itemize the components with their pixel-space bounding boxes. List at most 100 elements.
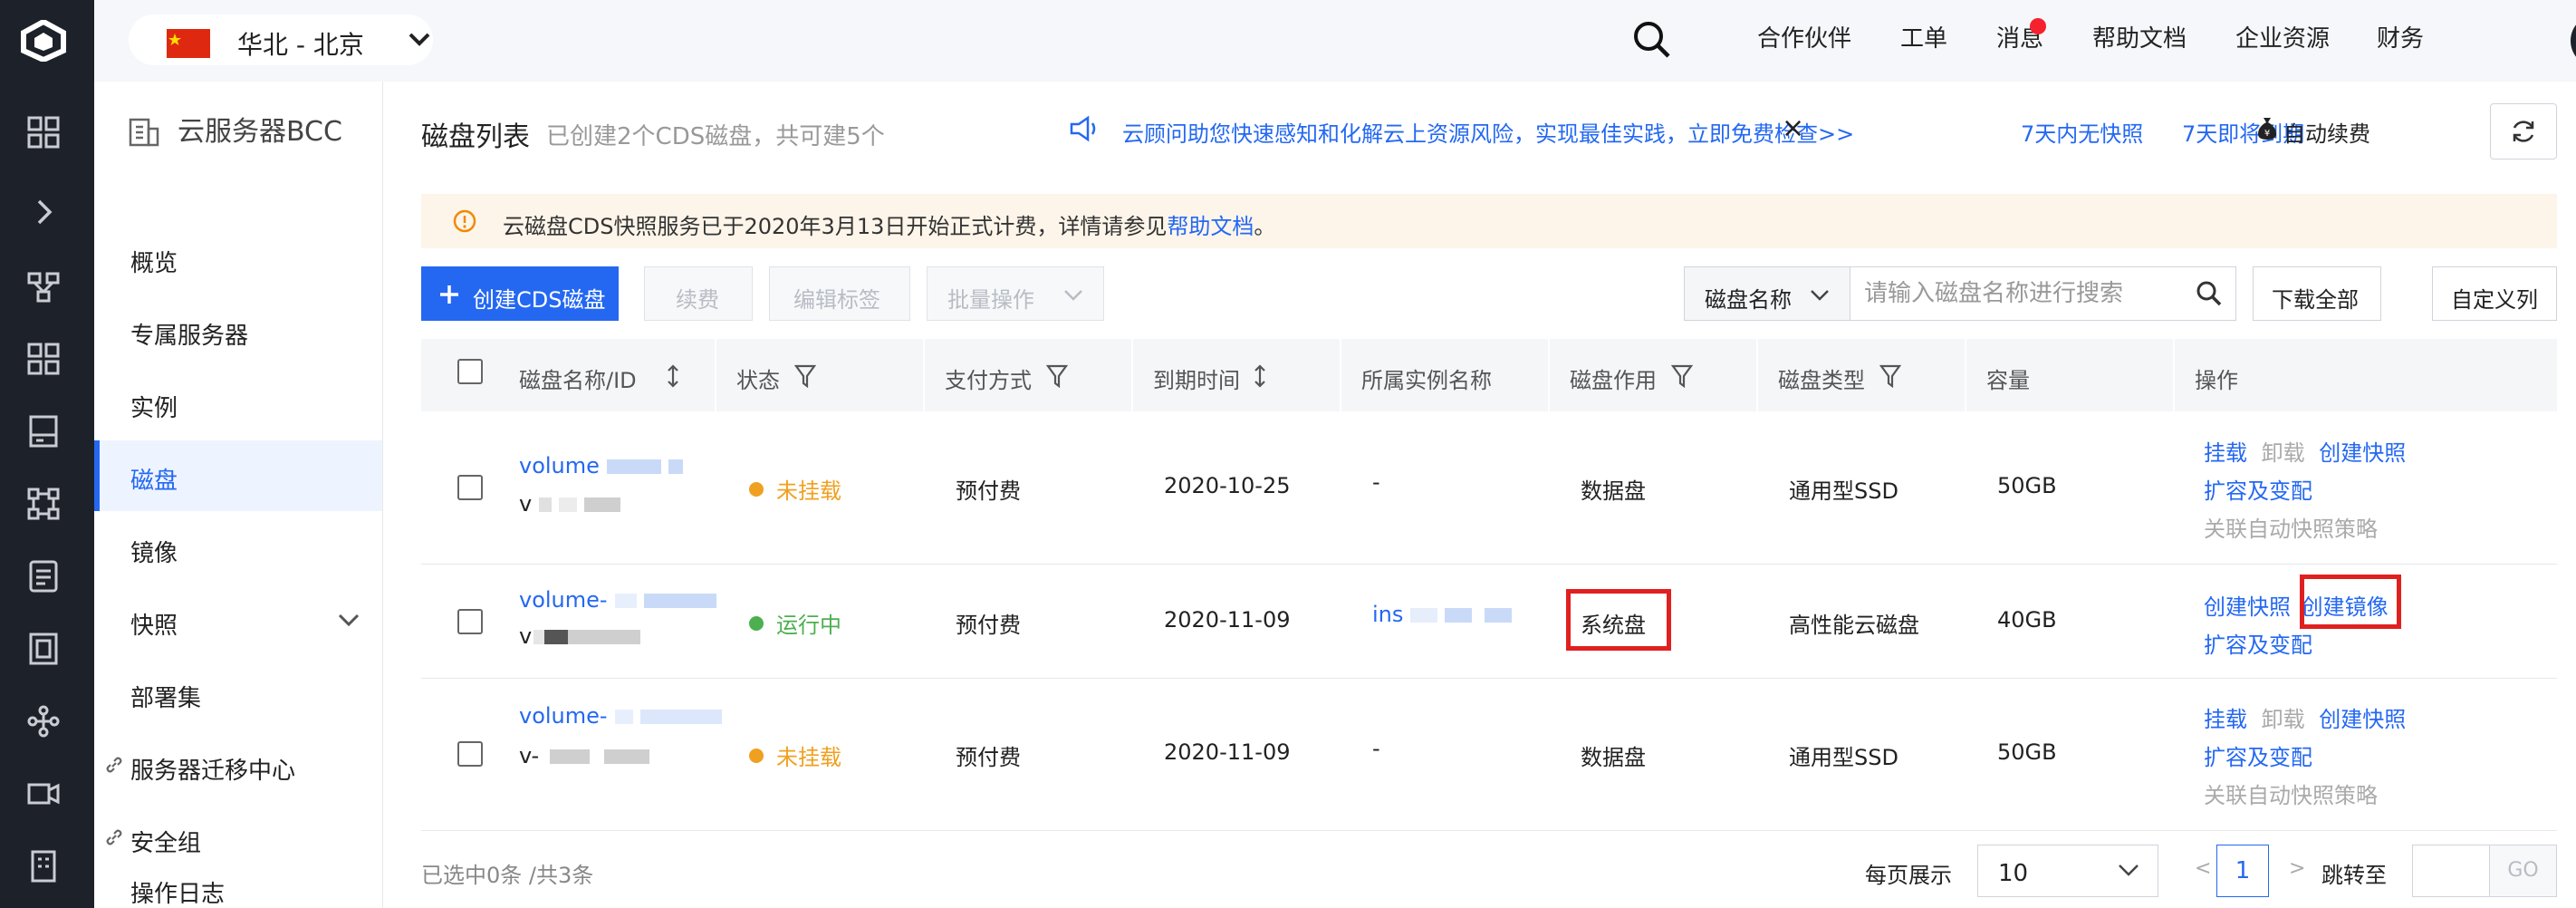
close-icon[interactable]: × xyxy=(1782,112,1804,144)
app-rail xyxy=(0,0,94,908)
search-icon[interactable] xyxy=(2196,280,2223,307)
filter-icon[interactable] xyxy=(1046,364,1068,388)
speaker-icon xyxy=(1070,115,1096,142)
notice-prefix: 云磁盘CDS快照服务已于2020年3月13日开始正式计费，详情请参见 xyxy=(503,214,1168,239)
sidebar-item-dedicated-servers[interactable]: 专属服务器 xyxy=(94,295,382,366)
col-payment[interactable]: 支付方式 xyxy=(925,339,1133,411)
create-snapshot-link[interactable]: 创建快照 xyxy=(2319,440,2406,466)
disk-name-link[interactable]: volume- xyxy=(519,703,722,729)
col-name-id[interactable]: 磁盘名称/ID xyxy=(508,339,716,411)
filter-icon[interactable] xyxy=(1879,364,1901,388)
disk-name-link[interactable]: volume- xyxy=(519,587,716,613)
resize-link[interactable]: 扩容及变配 xyxy=(2204,627,2312,659)
download-all-label: 下载全部 xyxy=(2272,287,2359,313)
instance-name: - xyxy=(1372,469,1380,495)
search-input[interactable] xyxy=(1862,275,2174,313)
download-all-button[interactable]: 下载全部 xyxy=(2253,266,2381,321)
mount-link[interactable]: 挂载 xyxy=(2204,707,2247,732)
batch-operations-label: 批量操作 xyxy=(947,287,1034,313)
col-instance: 所属实例名称 xyxy=(1341,339,1550,411)
col-label: 容量 xyxy=(1986,368,2030,393)
expand-chevron-icon[interactable] xyxy=(25,194,62,230)
per-page-label: 每页展示 xyxy=(1865,863,1952,888)
sidebar-item-security-groups[interactable]: 安全组 xyxy=(94,803,382,874)
create-snapshot-link[interactable]: 创建快照 xyxy=(2204,594,2291,620)
sort-icon[interactable] xyxy=(1253,364,1267,388)
nav-partners[interactable]: 合作伙伴 xyxy=(1757,20,1851,53)
create-cds-button[interactable]: 创建CDS磁盘 xyxy=(421,266,619,321)
instance-link[interactable]: ins xyxy=(1372,602,1513,627)
resize-link[interactable]: 扩容及变配 xyxy=(2204,473,2312,505)
renew-label: 续费 xyxy=(676,287,719,313)
sidebar-item-disks[interactable]: 磁盘 xyxy=(94,440,382,511)
link-no-snapshot-7days[interactable]: 7天内无快照 xyxy=(2021,116,2143,148)
region-selector[interactable]: 华北 - 北京 xyxy=(129,14,433,65)
server-icon[interactable] xyxy=(25,631,62,667)
sidebar-item-deployment-sets[interactable]: 部署集 xyxy=(94,658,382,729)
resize-link[interactable]: 扩容及变配 xyxy=(2204,739,2312,771)
svg-text:¥: ¥ xyxy=(2264,129,2270,139)
nav-enterprise-resources[interactable]: 企业资源 xyxy=(2235,20,2330,53)
grid-icon[interactable] xyxy=(25,114,62,150)
sidebar-item-migration-center[interactable]: 服务器迁移中心 xyxy=(94,730,382,801)
col-label: 磁盘名称/ID xyxy=(519,368,637,393)
filter-icon[interactable] xyxy=(794,364,816,388)
sidebar-item-images[interactable]: 镜像 xyxy=(94,513,382,584)
nav-help-docs[interactable]: 帮助文档 xyxy=(2092,20,2187,53)
col-expiry[interactable]: 到期时间 xyxy=(1133,339,1341,411)
col-usage[interactable]: 磁盘作用 xyxy=(1550,339,1758,411)
cloud-logo-icon[interactable] xyxy=(20,20,67,62)
custom-columns-button[interactable]: 自定义列 xyxy=(2432,266,2557,321)
refresh-button[interactable] xyxy=(2490,103,2557,159)
avatar[interactable]: S xyxy=(2571,14,2576,67)
video-icon[interactable] xyxy=(25,776,62,812)
disk-id: v xyxy=(519,623,641,649)
search-icon[interactable] xyxy=(1632,20,1672,60)
disk-name-link[interactable]: volume xyxy=(519,453,683,478)
create-snapshot-link[interactable]: 创建快照 xyxy=(2319,707,2406,732)
topology-icon[interactable] xyxy=(25,703,62,739)
auto-renew-link[interactable]: 自动续费 xyxy=(2283,116,2370,148)
sidebar-item-operation-logs[interactable]: 操作日志 xyxy=(94,875,382,908)
help-docs-link[interactable]: 帮助文档 xyxy=(1167,214,1254,239)
apps-icon[interactable] xyxy=(25,341,62,377)
actions: 挂载 卸载 创建快照 xyxy=(2204,435,2406,467)
status-badge: 未挂载 xyxy=(749,739,841,771)
prev-page-button[interactable]: < xyxy=(2195,857,2211,880)
advisor-banner-link[interactable]: 云顾问助您快速感知和化解云上资源风险，实现最佳实践，立即免费检查>> xyxy=(1122,116,1854,148)
batch-operations-dropdown[interactable]: 批量操作 xyxy=(927,266,1104,321)
sidebar-item-overview[interactable]: 概览 xyxy=(94,223,382,294)
page-number-button[interactable]: 1 xyxy=(2216,845,2269,897)
document-icon[interactable] xyxy=(25,558,62,594)
col-status[interactable]: 状态 xyxy=(716,339,925,411)
network-icon[interactable] xyxy=(25,268,62,304)
search-field-label: 磁盘名称 xyxy=(1705,287,1792,313)
mount-link[interactable]: 挂载 xyxy=(2204,440,2247,466)
goto-page-input[interactable] xyxy=(2412,845,2490,897)
edit-tags-button[interactable]: 编辑标签 xyxy=(769,266,910,321)
renew-button[interactable]: 续费 xyxy=(644,266,753,321)
filter-icon[interactable] xyxy=(1671,364,1693,388)
row-checkbox[interactable] xyxy=(457,475,483,500)
row-checkbox[interactable] xyxy=(457,741,483,767)
disk-usage: 数据盘 xyxy=(1581,478,1646,504)
next-page-button[interactable]: > xyxy=(2289,857,2305,880)
nav-finance[interactable]: 财务 xyxy=(2377,20,2424,53)
sidebar-item-label: 概览 xyxy=(130,250,178,277)
money-bag-icon: ¥ xyxy=(2258,118,2276,140)
go-button[interactable]: GO xyxy=(2490,845,2557,897)
sidebar-item-snapshots[interactable]: 快照 xyxy=(94,585,382,656)
storage-icon[interactable] xyxy=(25,413,62,449)
sort-icon[interactable] xyxy=(666,364,680,388)
building-icon[interactable] xyxy=(25,848,62,884)
row-checkbox[interactable] xyxy=(457,609,483,634)
page-size-select[interactable]: 10 xyxy=(1977,845,2158,897)
col-type[interactable]: 磁盘类型 xyxy=(1758,339,1966,411)
select-all-checkbox[interactable] xyxy=(457,359,483,384)
top-header: 华北 - 北京 合作伙伴 工单 消息 帮助文档 企业资源 财务 S xyxy=(94,0,2576,82)
table-header: 磁盘名称/ID 状态 支付方式 到期时间 所属实例名称 磁盘作用 磁盘类型 容量… xyxy=(421,339,2557,411)
nav-tickets[interactable]: 工单 xyxy=(1900,20,1947,53)
cluster-icon[interactable] xyxy=(25,486,62,522)
search-field-select[interactable]: 磁盘名称 xyxy=(1685,267,1850,320)
sidebar-item-instances[interactable]: 实例 xyxy=(94,368,382,439)
